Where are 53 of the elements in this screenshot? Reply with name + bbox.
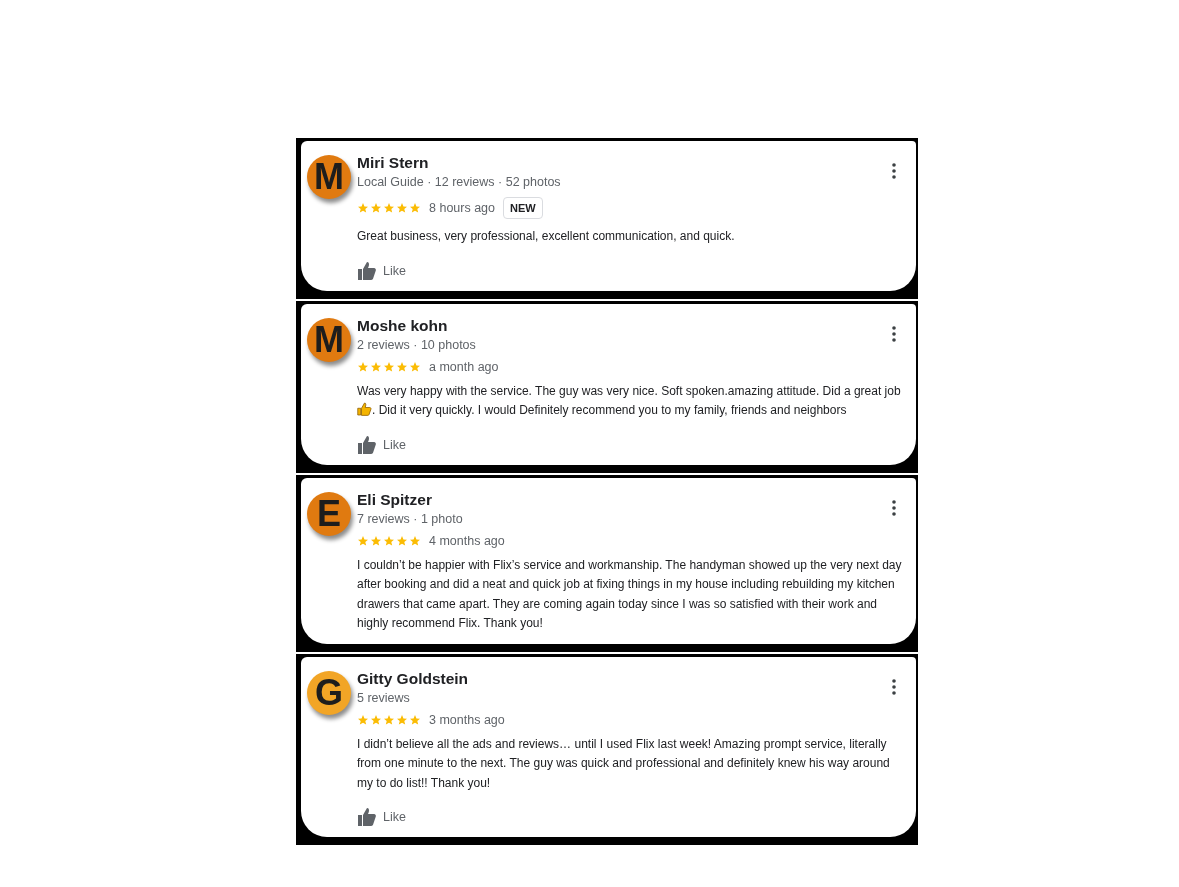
reviewer-name[interactable]: Eli Spitzer [357, 489, 908, 510]
star-icon [383, 360, 395, 373]
star-icon [370, 713, 382, 726]
reviewer-name[interactable]: Moshe kohn [357, 315, 908, 336]
star-icon [409, 202, 421, 214]
star-icon [370, 534, 382, 547]
thumbs-up-icon [357, 260, 377, 281]
star-icon [409, 360, 421, 373]
star-icon [409, 534, 421, 547]
like-button[interactable]: Like [357, 434, 406, 455]
star-icon [396, 713, 408, 726]
thumbs-up-icon [357, 434, 377, 455]
reviewer-stats: 5 reviews [357, 689, 411, 707]
reviewer-name[interactable]: Gitty Goldstein [357, 668, 908, 689]
star-icon [357, 534, 369, 547]
avatar: M [307, 155, 351, 199]
star-icon [370, 360, 382, 373]
star-icon [383, 202, 395, 214]
like-button[interactable]: Like [357, 807, 406, 827]
star-icon [357, 713, 369, 726]
more-options-icon[interactable] [892, 325, 896, 342]
star-icon [357, 360, 369, 373]
reviewer-stats: Local Guide · 12 reviews · 52 photos [357, 174, 562, 191]
avatar: G [307, 670, 351, 715]
review-time: 3 months ago [429, 712, 505, 727]
more-options-icon[interactable] [892, 678, 896, 695]
thumbs-up-icon [357, 402, 372, 416]
new-badge: NEW [503, 197, 543, 219]
star-icon [383, 713, 395, 726]
avatar: M [307, 317, 351, 362]
review-time: 4 months ago [429, 533, 505, 548]
star-icon [370, 202, 382, 214]
review-text: . Did it very quickly. I would Definitely recommend you to my family, friends and neighbors [372, 403, 847, 417]
star-icon [396, 534, 408, 547]
more-options-icon[interactable] [892, 163, 896, 179]
star-icon [396, 202, 408, 214]
star-icon [396, 360, 408, 373]
avatar: E [307, 491, 351, 536]
review-text: I couldn’t be happier with Flix’s service and workmanship. The handyman showed up the very next day after booking and did a neat and quick job at fixing things in my house including rebuilding my kitchen drawers that came apart. They are coming again today since I was so satisfied with their work and highly recommend Flix. Thank you! [357, 557, 902, 630]
reviewer-name[interactable]: Miri Stern [357, 153, 908, 173]
review-time: a month ago [429, 359, 499, 374]
review-text: Was very happy with the service. The guy was very nice. Soft spoken.amazing attitude. Did a great job [357, 383, 901, 398]
star-icon [357, 202, 369, 214]
more-options-icon[interactable] [892, 499, 896, 516]
review-text: Great business, very professional, excellent communication, and quick. [357, 229, 735, 243]
star-icon [383, 534, 395, 547]
review-text: I didn’t believe all the ads and reviews… until I used Flix last week! Amazing prompt service, literally from one minute to the next. The guy was quick and professional and definitely knew his way around my to do list!! Thank you! [357, 736, 890, 790]
thumbs-up-icon [357, 807, 377, 827]
star-icon [409, 713, 421, 726]
reviewer-stats: 7 reviews · 1 photo [357, 510, 464, 528]
review-time: 8 hours ago [429, 201, 496, 215]
like-button[interactable]: Like [357, 260, 406, 281]
reviewer-stats: 2 reviews · 10 photos [357, 336, 477, 354]
